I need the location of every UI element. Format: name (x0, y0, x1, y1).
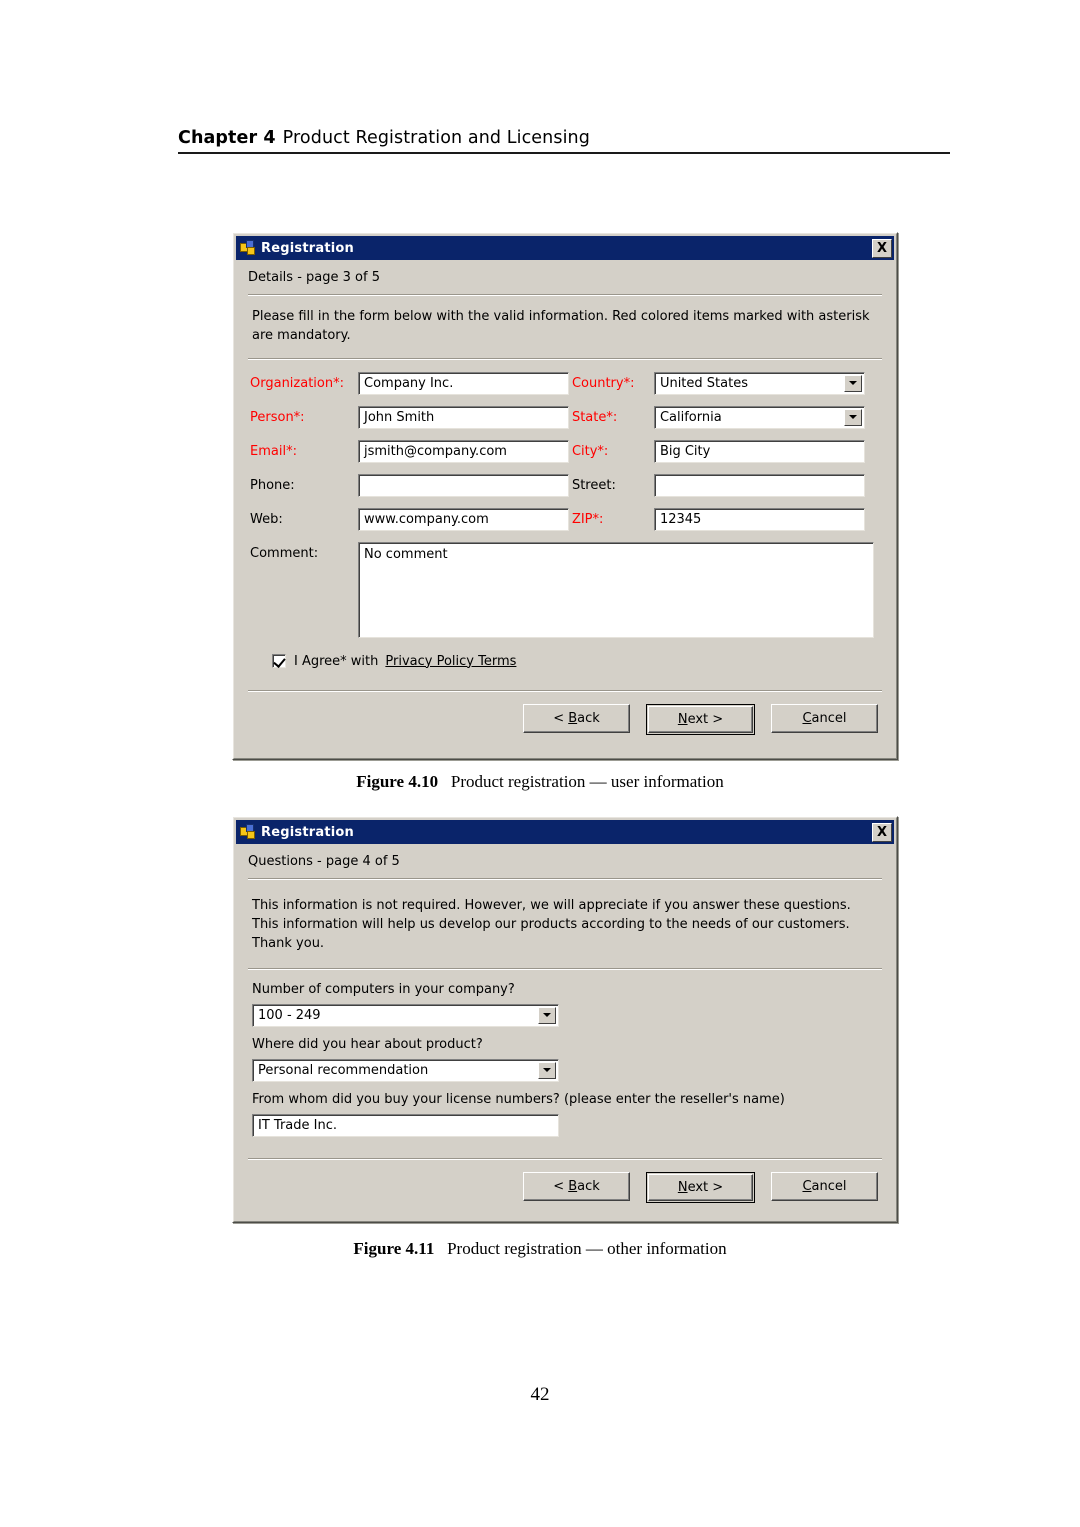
label-organization: Organization*: (250, 375, 344, 391)
input-comment[interactable]: No comment (358, 541, 874, 638)
select-hear-about[interactable]: Personal recommendation (252, 1058, 559, 1082)
question-block-1: Number of computers in your company? 100… (252, 983, 882, 1027)
select-computers-count[interactable]: 100 - 249 (252, 1003, 559, 1027)
label-zip: ZIP*: (571, 511, 604, 527)
select-computers-count-value: 100 - 249 (258, 1007, 321, 1023)
figure-text-2: Product registration — other information (447, 1239, 727, 1258)
titlebar-details[interactable]: Registration X (236, 236, 894, 260)
button-row-details: < Back Next > Cancel (246, 692, 884, 735)
field-row-person: Person*: John Smith (250, 405, 572, 429)
dialog-intro-text: Please fill in the form below with the v… (252, 309, 870, 343)
dialog-intro-text: This information is not required. Howeve… (252, 898, 851, 951)
label-email: Email*: (250, 443, 297, 459)
agree-checkbox[interactable] (272, 654, 286, 669)
button-row-questions: < Back Next > Cancel (246, 1160, 884, 1203)
input-zip[interactable]: 12345 (653, 507, 865, 531)
select-state[interactable]: California (653, 405, 865, 429)
registration-app-icon (240, 824, 256, 840)
field-row-email: Email*: jsmith@company.com (250, 439, 572, 463)
chapter-title: Product Registration and Licensing (282, 128, 590, 148)
running-head: Chapter 4 Product Registration and Licens… (178, 128, 950, 154)
input-phone[interactable] (358, 473, 569, 497)
question-label-1: Number of computers in your company? (252, 981, 515, 997)
chevron-down-icon[interactable] (538, 1061, 556, 1079)
select-country[interactable]: United States (653, 371, 865, 395)
question-block-2: Where did you hear about product? Person… (252, 1038, 882, 1082)
input-street[interactable] (653, 473, 865, 497)
input-reseller-name[interactable]: IT Trade Inc. (252, 1113, 559, 1137)
dialog-title: Registration (261, 824, 354, 840)
running-head-line: Chapter 4 Product Registration and Licens… (178, 128, 950, 148)
cancel-button[interactable]: Cancel (771, 1171, 878, 1201)
label-web: Web: (250, 511, 283, 527)
close-icon[interactable]: X (872, 238, 892, 258)
label-comment: Comment: (250, 545, 319, 561)
next-button[interactable]: Next > (646, 1171, 755, 1203)
select-state-value: California (659, 409, 722, 425)
figure-caption-2: Figure 4.11 Product registration — other… (0, 1239, 1080, 1259)
chevron-down-icon[interactable] (843, 408, 862, 426)
field-row-organization: Organization*: Company Inc. (250, 371, 572, 395)
question-block-3: From whom did you buy your license numbe… (252, 1093, 882, 1137)
titlebar-questions[interactable]: Registration X (236, 820, 894, 844)
privacy-policy-link[interactable]: Privacy Policy Terms (385, 654, 516, 669)
registration-app-icon (240, 240, 256, 256)
header-rule (178, 152, 950, 154)
chevron-down-icon[interactable] (538, 1006, 556, 1024)
chapter-number: Chapter 4 (178, 128, 276, 148)
registration-dialog-details: Registration X Details - page 3 of 5 Ple… (232, 232, 898, 760)
close-icon[interactable]: X (872, 822, 892, 842)
chevron-down-icon[interactable] (843, 374, 862, 392)
question-label-3: From whom did you buy your license numbe… (252, 1091, 785, 1107)
question-label-2: Where did you hear about product? (252, 1036, 483, 1052)
field-row-state: State*: California (571, 405, 882, 429)
field-row-country: Country*: United States (571, 371, 882, 395)
dialog-title: Registration (261, 240, 354, 256)
field-row-zip: ZIP*: 12345 (571, 507, 882, 531)
label-country: Country*: (571, 375, 635, 391)
field-row-phone: Phone: (250, 473, 572, 497)
input-email[interactable]: jsmith@company.com (358, 439, 569, 463)
field-row-city: City*: Big City (571, 439, 882, 463)
page-number: 42 (530, 1384, 550, 1405)
label-street: Street: (571, 477, 616, 493)
page-step-label: Details - page 3 of 5 (248, 270, 380, 285)
field-row-comment: Comment: No comment (246, 541, 884, 638)
agree-row: I Agree* with Privacy Policy Terms (246, 638, 884, 669)
agree-label: I Agree* with (294, 653, 379, 669)
label-person: Person*: (250, 409, 305, 425)
label-state: State*: (571, 409, 618, 425)
cancel-button[interactable]: Cancel (771, 703, 878, 733)
input-organization[interactable]: Company Inc. (358, 371, 569, 395)
figure-text-1: Product registration — user information (450, 772, 724, 791)
document-page: Chapter 4 Product Registration and Licens… (0, 0, 1080, 1527)
back-button[interactable]: < Back (523, 1171, 630, 1201)
field-row-web: Web: www.company.com (250, 507, 572, 531)
input-web[interactable]: www.company.com (358, 507, 569, 531)
field-row-street: Street: (571, 473, 882, 497)
figure-number-2: Figure 4.11 (353, 1239, 435, 1258)
next-button[interactable]: Next > (646, 703, 755, 735)
label-phone: Phone: (250, 477, 295, 493)
registration-dialog-questions: Registration X Questions - page 4 of 5 T… (232, 816, 898, 1223)
figure-number-1: Figure 4.10 (356, 772, 439, 791)
select-country-value: United States (659, 375, 748, 391)
label-city: City*: (571, 443, 609, 459)
back-button[interactable]: < Back (523, 703, 630, 733)
figure-caption-1: Figure 4.10 Product registration — user … (0, 772, 1080, 792)
page-step-label: Questions - page 4 of 5 (248, 854, 400, 869)
input-city[interactable]: Big City (653, 439, 865, 463)
select-hear-about-value: Personal recommendation (258, 1062, 429, 1078)
input-person[interactable]: John Smith (358, 405, 569, 429)
